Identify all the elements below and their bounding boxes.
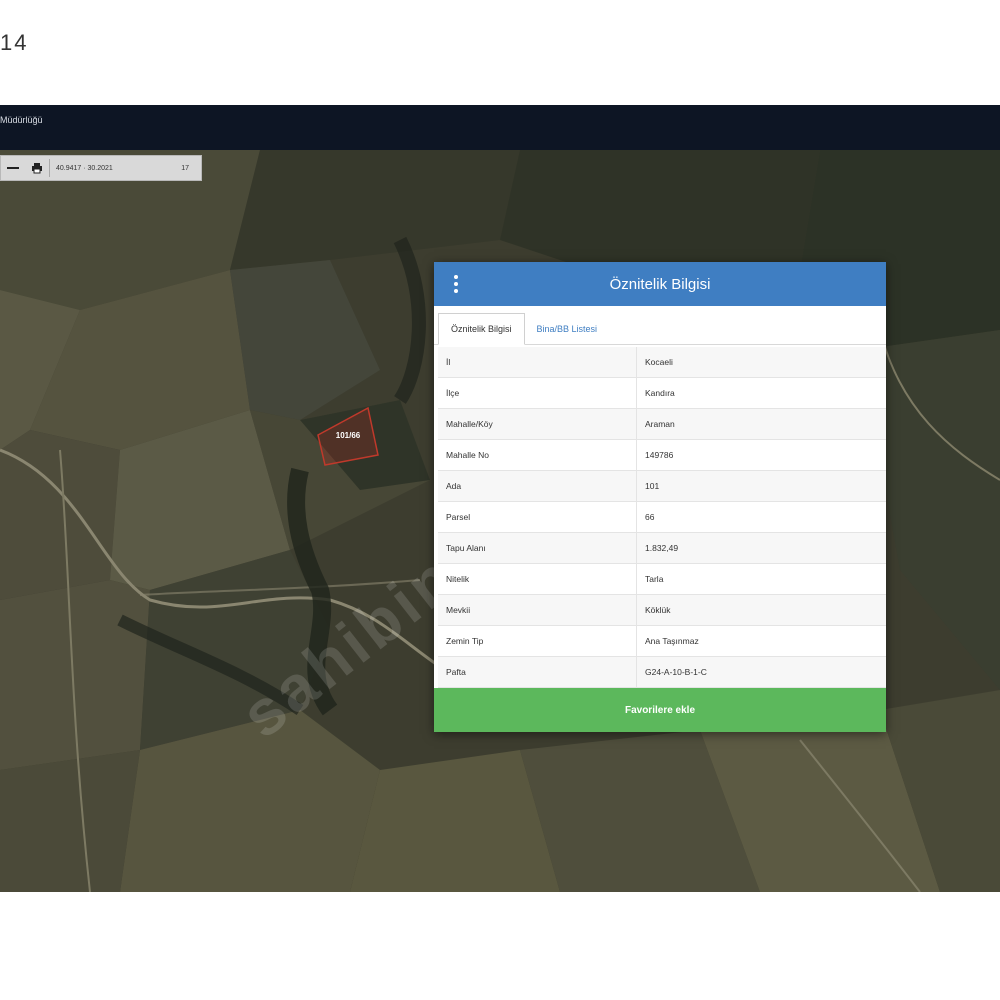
- table-row: İl Kocaeli: [438, 347, 886, 378]
- attribute-info-dialog: Öznitelik Bilgisi Öznitelik Bilgisi Bina…: [434, 262, 886, 732]
- row-key: Parsel: [438, 501, 637, 533]
- row-key: Ada: [438, 470, 637, 502]
- parcel-label: 101/66: [335, 431, 361, 440]
- table-row: Pafta G24-A-10-B-1-C: [438, 656, 886, 688]
- app-title: Müdürlüğü: [0, 115, 43, 125]
- table-row: Tapu Alanı 1.832,49: [438, 532, 886, 564]
- row-value: Kocaeli: [636, 347, 886, 378]
- table-row: Zemin Tip Ana Taşınmaz: [438, 625, 886, 657]
- row-key: Mevkii: [438, 594, 637, 626]
- coordinate-readout: 40.9417 · 30.2021: [56, 164, 113, 172]
- map-toolbar: 40.9417 · 30.2021 17: [0, 155, 202, 181]
- dialog-title: Öznitelik Bilgisi: [609, 276, 711, 293]
- row-value: Köklük: [636, 594, 886, 626]
- row-value: Kandıra: [636, 377, 886, 409]
- table-row: Nitelik Tarla: [438, 563, 886, 595]
- row-value: G24-A-10-B-1-C: [636, 656, 886, 688]
- row-value: 149786: [636, 439, 886, 471]
- page-number: 14: [0, 30, 29, 55]
- row-value: Araman: [636, 408, 886, 440]
- table-row: Mevkii Köklük: [438, 594, 886, 626]
- row-value: 1.832,49: [636, 532, 886, 564]
- tab-building-list[interactable]: Bina/BB Listesi: [525, 314, 610, 344]
- app-header: Müdürlüğü: [0, 105, 1000, 150]
- row-value: 101: [636, 470, 886, 502]
- add-to-favorites-button[interactable]: Favorilere ekle: [434, 688, 886, 732]
- row-key: İlçe: [438, 377, 637, 409]
- dialog-tabs: Öznitelik Bilgisi Bina/BB Listesi: [434, 306, 886, 345]
- row-value: Ana Taşınmaz: [636, 625, 886, 657]
- row-key: Nitelik: [438, 563, 637, 595]
- attribute-table: İl Kocaeli İlçe Kandıra Mahalle/Köy Araman …: [438, 347, 886, 688]
- row-key: Mahalle No: [438, 439, 637, 471]
- table-row: İlçe Kandıra: [438, 377, 886, 409]
- row-value: 66: [636, 501, 886, 533]
- table-row: Ada 101: [438, 470, 886, 502]
- row-key: Pafta: [438, 656, 637, 688]
- row-key: Mahalle/Köy: [438, 408, 637, 440]
- tab-attribute-info[interactable]: Öznitelik Bilgisi: [438, 313, 525, 345]
- zoom-level: 17: [181, 164, 189, 172]
- print-icon[interactable]: [25, 156, 49, 180]
- row-value: Tarla: [636, 563, 886, 595]
- dialog-header: Öznitelik Bilgisi: [434, 262, 886, 306]
- table-row: Mahalle/Köy Araman: [438, 408, 886, 440]
- row-key: İl: [438, 347, 637, 378]
- table-row: Parsel 66: [438, 501, 886, 533]
- row-key: Tapu Alanı: [438, 532, 637, 564]
- measure-icon[interactable]: [1, 156, 25, 180]
- row-key: Zemin Tip: [438, 625, 637, 657]
- table-row: Mahalle No 149786: [438, 439, 886, 471]
